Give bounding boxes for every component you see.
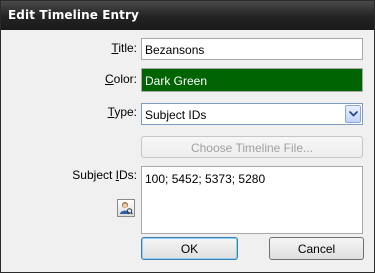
person-icon	[120, 202, 133, 215]
chevron-down-icon	[349, 111, 358, 117]
subject-ids-label-text: Ds:	[119, 168, 137, 182]
subject-ids-label: Subject IDs:	[72, 168, 137, 182]
subject-ids-label-prefix: Subject	[72, 168, 116, 182]
type-selected-value: Subject IDs	[145, 108, 207, 122]
ok-button[interactable]: OK	[141, 237, 238, 260]
title-label: Title:	[111, 41, 137, 55]
window-title: Edit Timeline Entry	[8, 8, 139, 22]
edit-timeline-entry-dialog: Edit Timeline Entry Title: Bezansons Col…	[0, 0, 375, 273]
type-dropdown[interactable]: Subject IDs	[141, 103, 363, 125]
subject-picker-button[interactable]	[117, 199, 135, 217]
dropdown-button[interactable]	[345, 105, 361, 123]
type-label: Type:	[108, 105, 137, 119]
color-picker-field[interactable]: Dark Green	[141, 68, 363, 92]
color-label-mnemonic: C	[104, 72, 114, 86]
dialog-body: Title: Bezansons Color: Dark Green Type:…	[3, 30, 372, 270]
type-label-text: ype:	[114, 105, 137, 119]
title-input[interactable]: Bezansons	[141, 38, 363, 60]
choose-timeline-file-button[interactable]: Choose Timeline File...	[141, 136, 363, 158]
title-bar[interactable]: Edit Timeline Entry	[1, 1, 374, 30]
title-label-text: itle:	[118, 41, 137, 55]
subject-ids-textarea[interactable]: 100; 5452; 5373; 5280	[141, 166, 363, 234]
color-label-text: olor:	[113, 72, 137, 86]
cancel-button[interactable]: Cancel	[269, 237, 364, 260]
color-label: Color:	[105, 72, 137, 86]
